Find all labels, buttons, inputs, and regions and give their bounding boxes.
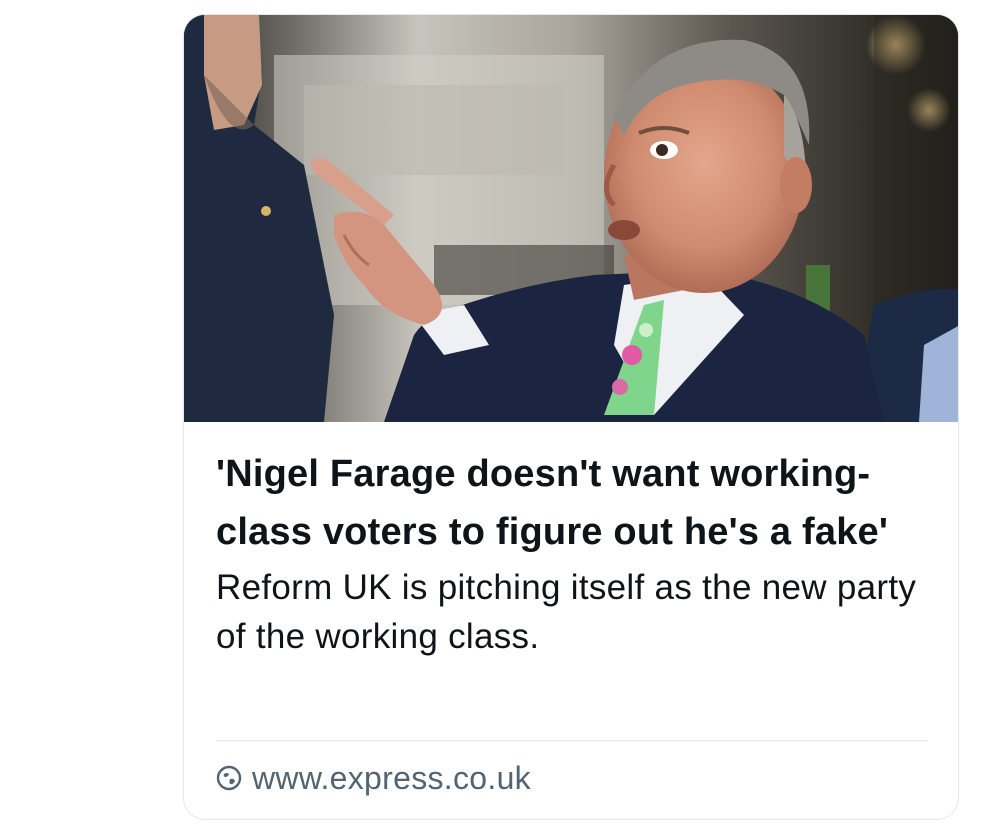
man-pointing-photo (184, 15, 958, 422)
link-globe-icon (216, 765, 242, 791)
card-text-area: 'Nigel Farage doesn't want working-class… (216, 445, 936, 661)
article-headline[interactable]: 'Nigel Farage doesn't want working-class… (216, 445, 936, 561)
source-link[interactable]: www.express.co.uk (216, 758, 531, 798)
link-preview-card[interactable]: 'Nigel Farage doesn't want working-class… (183, 14, 959, 820)
divider (216, 740, 928, 741)
source-url[interactable]: www.express.co.uk (252, 760, 531, 797)
article-description: Reform UK is pitching itself as the new … (216, 568, 917, 656)
article-photo[interactable] (184, 15, 958, 422)
